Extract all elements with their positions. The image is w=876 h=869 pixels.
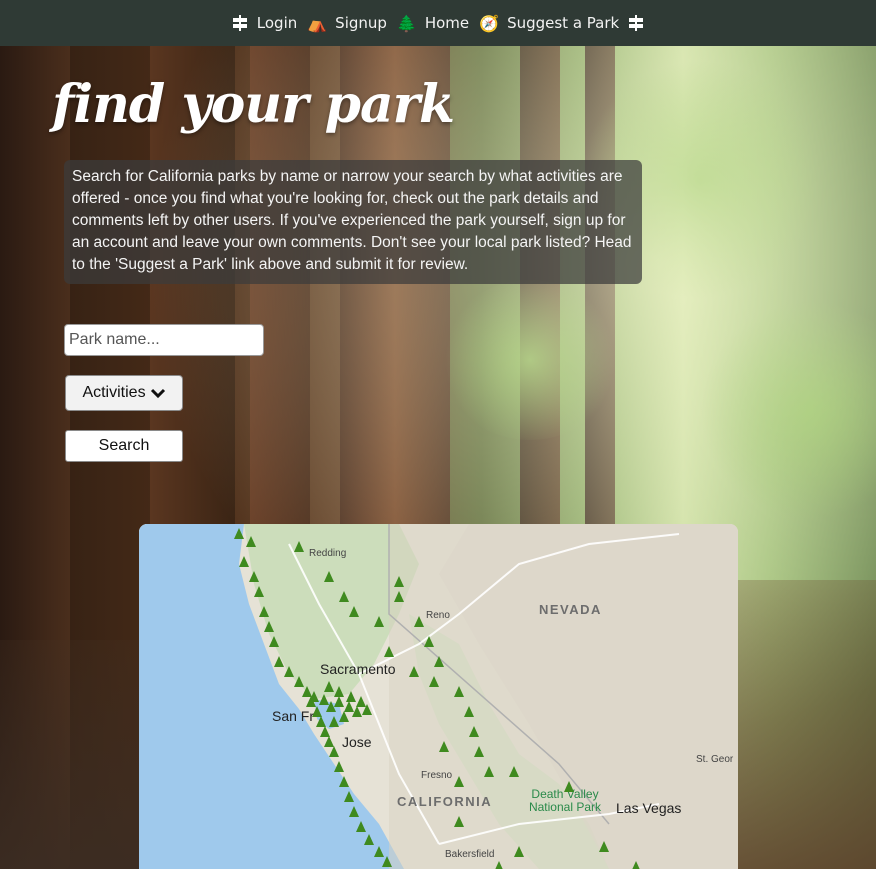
park-marker[interactable] — [312, 706, 322, 717]
park-marker[interactable] — [324, 681, 334, 692]
park-marker[interactable] — [334, 761, 344, 772]
park-marker[interactable] — [409, 666, 419, 677]
nav-suggest-park-label: Suggest a Park — [507, 14, 620, 32]
park-marker[interactable] — [294, 541, 304, 552]
signpost-icon — [629, 15, 644, 31]
nav-suggest-park[interactable]: 🧭 Suggest a Park — [479, 14, 619, 33]
park-marker[interactable] — [319, 694, 329, 705]
park-name-input[interactable] — [64, 324, 264, 356]
park-marker[interactable] — [564, 781, 574, 792]
tree-icon: 🌲 — [396, 13, 417, 33]
search-button[interactable]: Search — [65, 430, 183, 462]
tent-icon: ⛺ — [307, 13, 328, 33]
chevron-down-icon — [150, 388, 165, 399]
park-marker[interactable] — [494, 861, 504, 869]
park-marker[interactable] — [364, 834, 374, 845]
park-marker[interactable] — [374, 616, 384, 627]
park-marker[interactable] — [344, 791, 354, 802]
park-marker[interactable] — [316, 716, 326, 727]
park-marker[interactable] — [246, 536, 256, 547]
park-marker[interactable] — [424, 636, 434, 647]
park-marker[interactable] — [339, 776, 349, 787]
park-marker[interactable] — [346, 691, 356, 702]
park-marker[interactable] — [631, 861, 641, 869]
park-marker[interactable] — [349, 606, 359, 617]
park-marker[interactable] — [334, 686, 344, 697]
park-marker[interactable] — [429, 676, 439, 687]
park-marker[interactable] — [484, 766, 494, 777]
park-marker[interactable] — [320, 726, 330, 737]
park-marker[interactable] — [259, 606, 269, 617]
park-marker[interactable] — [394, 576, 404, 587]
park-marker[interactable] — [349, 806, 359, 817]
park-marker[interactable] — [324, 571, 334, 582]
park-marker[interactable] — [454, 686, 464, 697]
park-marker[interactable] — [599, 841, 609, 852]
park-marker[interactable] — [394, 591, 404, 602]
park-marker[interactable] — [439, 741, 449, 752]
park-marker[interactable] — [254, 586, 264, 597]
activities-label: Activities — [82, 384, 146, 401]
park-marker[interactable] — [329, 746, 339, 757]
nav-signup-label: Signup — [335, 14, 387, 32]
park-marker[interactable] — [474, 746, 484, 757]
top-navbar: Login ⛺ Signup 🌲 Home 🧭 Suggest a Park — [0, 0, 876, 46]
park-marker[interactable] — [469, 726, 479, 737]
compass-icon: 🧭 — [479, 13, 500, 33]
park-marker[interactable] — [339, 591, 349, 602]
park-marker[interactable] — [274, 656, 284, 667]
park-marker[interactable] — [264, 621, 274, 632]
park-marker[interactable] — [284, 666, 294, 677]
park-marker[interactable] — [454, 816, 464, 827]
park-markers — [234, 528, 641, 869]
intro-text: Search for California parks by name or n… — [64, 160, 642, 284]
nav-login[interactable]: Login — [257, 14, 297, 32]
activities-dropdown[interactable]: Activities — [65, 375, 183, 411]
park-marker[interactable] — [382, 856, 392, 867]
park-marker[interactable] — [454, 776, 464, 787]
park-marker[interactable] — [344, 701, 354, 712]
park-marker[interactable] — [509, 766, 519, 777]
nav-home-label: Home — [424, 14, 470, 32]
park-marker[interactable] — [269, 636, 279, 647]
park-marker[interactable] — [514, 846, 524, 857]
nav-login-label: Login — [256, 14, 298, 32]
park-marker[interactable] — [302, 686, 312, 697]
park-marker[interactable] — [234, 528, 244, 539]
park-marker[interactable] — [356, 696, 366, 707]
park-marker[interactable] — [324, 736, 334, 747]
parks-map[interactable]: Redding Reno NEVADA Sacramento San Fr Jo… — [139, 524, 738, 869]
park-marker[interactable] — [374, 846, 384, 857]
park-marker[interactable] — [414, 616, 424, 627]
signpost-icon — [232, 15, 247, 31]
park-marker[interactable] — [464, 706, 474, 717]
nav-home[interactable]: 🌲 Home — [397, 14, 469, 33]
park-marker[interactable] — [249, 571, 259, 582]
park-marker[interactable] — [239, 556, 249, 567]
park-marker[interactable] — [329, 716, 339, 727]
park-marker[interactable] — [384, 646, 394, 657]
park-marker[interactable] — [434, 656, 444, 667]
park-marker[interactable] — [334, 696, 344, 707]
park-marker[interactable] — [356, 821, 366, 832]
park-marker[interactable] — [294, 676, 304, 687]
nav-signup[interactable]: ⛺ Signup — [307, 14, 387, 33]
park-marker[interactable] — [339, 711, 349, 722]
page-title: find your park — [52, 74, 455, 135]
